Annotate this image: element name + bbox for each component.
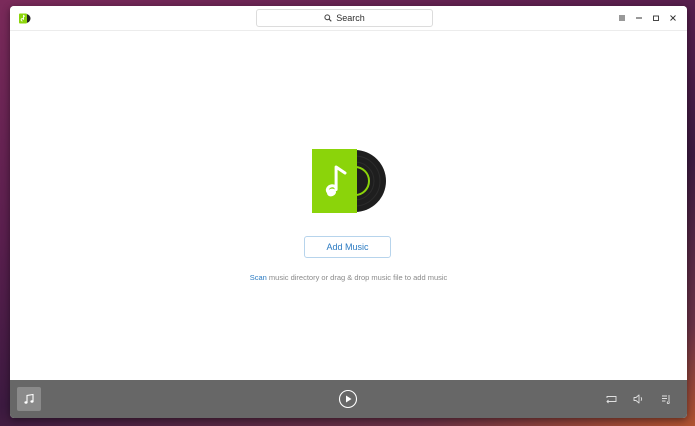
menu-icon <box>618 15 625 21</box>
close-icon <box>669 15 676 21</box>
search-placeholder: Search <box>336 13 365 23</box>
current-cover-button[interactable] <box>17 387 41 411</box>
search-icon <box>324 14 332 22</box>
maximize-button[interactable] <box>647 10 664 27</box>
scan-link[interactable]: Scan <box>250 273 267 282</box>
music-app-logo-icon <box>19 13 31 24</box>
minimize-button[interactable] <box>630 10 647 27</box>
repeat-button[interactable] <box>604 392 618 406</box>
search-input[interactable]: Search <box>256 9 433 27</box>
minimize-icon <box>635 17 642 19</box>
album-vinyl-icon <box>312 149 386 213</box>
hint-text: music directory or drag & drop music fil… <box>266 273 448 282</box>
title-bar: Search <box>10 6 687 31</box>
empty-state-hint: Scan music directory or drag & drop musi… <box>10 273 687 282</box>
add-music-button[interactable]: Add Music <box>304 236 391 258</box>
maximize-icon <box>652 15 659 21</box>
repeat-icon <box>605 395 616 403</box>
playlist-button[interactable] <box>659 392 673 406</box>
music-note-icon <box>24 393 34 404</box>
empty-library-area[interactable]: Add Music Scan music directory or drag &… <box>10 31 687 380</box>
volume-icon <box>633 394 642 404</box>
music-app-window: Search Add Music Scan music directory or… <box>10 6 687 418</box>
close-button[interactable] <box>664 10 681 27</box>
menu-button[interactable] <box>613 10 630 27</box>
play-icon[interactable] <box>338 389 358 409</box>
playback-bar <box>10 380 687 418</box>
volume-button[interactable] <box>631 392 645 406</box>
window-controls <box>613 6 681 30</box>
playlist-icon <box>662 395 670 404</box>
